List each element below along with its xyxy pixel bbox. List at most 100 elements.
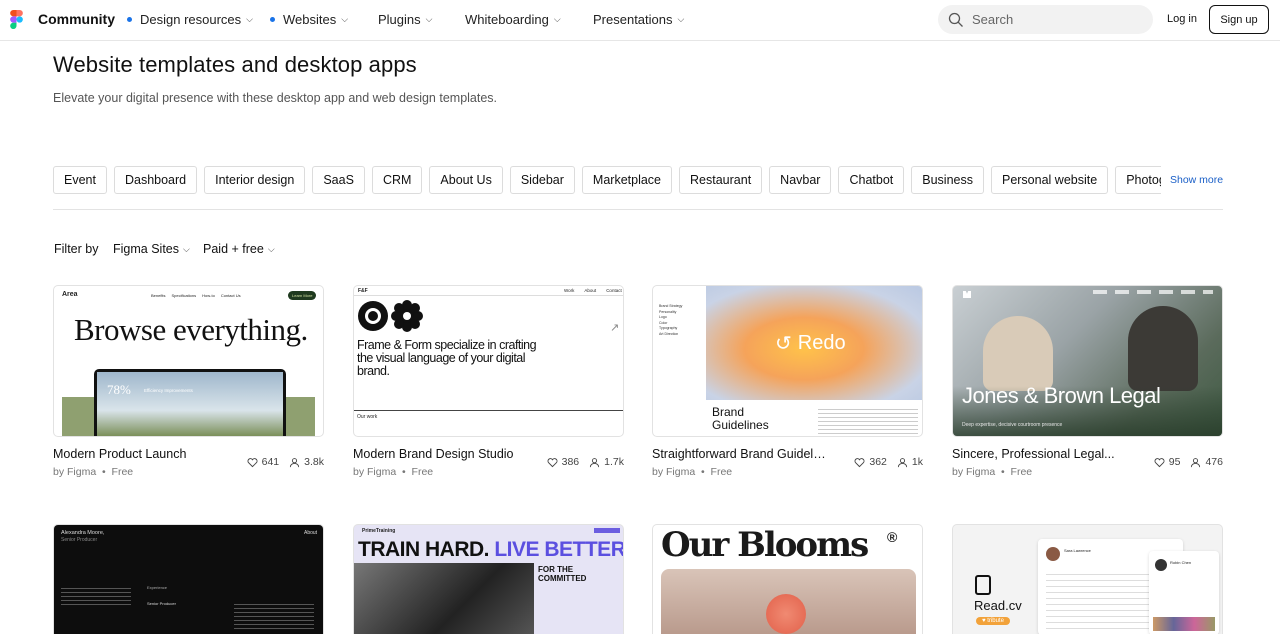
filter-platform-dropdown[interactable]: Figma Sites ⌵ <box>113 242 190 256</box>
thumb-body-text <box>1046 569 1166 629</box>
chip-sidebar[interactable]: Sidebar <box>509 166 575 194</box>
card-author[interactable]: by Figma <box>353 466 396 478</box>
brand-name[interactable]: Community <box>38 11 115 27</box>
template-card[interactable]: Area Benefits Specifications How-to Contact… <box>53 285 324 485</box>
card-meta: by Figma • Free <box>652 466 733 478</box>
chip-photography[interactable]: Photography <box>1115 166 1161 194</box>
users-count: 476 <box>1205 456 1223 468</box>
search-input[interactable] <box>972 12 1142 27</box>
chip-restaurant[interactable]: Restaurant <box>679 166 763 194</box>
divider <box>53 209 1223 210</box>
filter-platform-value: Figma Sites <box>113 242 179 256</box>
user-icon <box>897 457 907 467</box>
login-link[interactable]: Log in <box>1167 13 1197 25</box>
heart-icon <box>854 457 865 467</box>
card-title[interactable]: Sincere, Professional Legal... <box>952 447 1127 461</box>
users-count: 1.7k <box>604 456 624 468</box>
card-stats: 641 3.8k <box>247 456 324 468</box>
template-card[interactable]: Jones & Brown Legal Deep expertise, deci… <box>952 285 1223 485</box>
thumb-headline-b: LIVE BETTER <box>494 538 624 561</box>
user-icon <box>290 457 300 467</box>
filter-price-dropdown[interactable]: Paid + free ⌵ <box>203 242 275 256</box>
show-more-link[interactable]: Show more <box>1170 174 1223 186</box>
page-title: Website templates and desktop apps <box>53 52 417 77</box>
template-card[interactable]: Brand Strategy Personality Logo Color Typogr… <box>652 285 923 485</box>
thumb-brand: Redo <box>797 332 846 354</box>
thumb-nav: About <box>304 530 318 536</box>
card-author[interactable]: by Figma <box>952 466 995 478</box>
chip-interior-design[interactable]: Interior design <box>204 166 306 194</box>
template-thumbnail[interactable]: Area Benefits Specifications How-to Contact… <box>53 285 324 437</box>
card-price: Free <box>710 466 733 478</box>
thumb-nav: Work About Contact <box>564 288 622 293</box>
chip-crm[interactable]: CRM <box>371 166 423 194</box>
template-card[interactable]: PrimeTraining TRAIN HARD. LIVE BETTER FO… <box>353 524 624 634</box>
chip-about-us[interactable]: About Us <box>429 166 503 194</box>
chip-chatbot[interactable]: Chatbot <box>838 166 905 194</box>
thumb-nav-item: Benefits <box>151 293 166 298</box>
thumb-section: Experience <box>147 585 168 590</box>
chip-navbar[interactable]: Navbar <box>769 166 832 194</box>
thumb-name: Alexandra Moore, <box>61 530 105 536</box>
logo-mark-icon <box>963 291 971 298</box>
template-thumbnail[interactable]: F&F Work About Contact ↗ Frame & Form spec… <box>353 285 624 437</box>
template-card[interactable]: Our Blooms ® <box>652 524 923 634</box>
card-author[interactable]: by Figma <box>53 466 96 478</box>
chip-business[interactable]: Business <box>911 166 984 194</box>
chevron-down-icon: ⌵ <box>677 14 685 24</box>
chip-marketplace[interactable]: Marketplace <box>581 166 673 194</box>
nav-label: Presentations <box>593 12 673 27</box>
template-card[interactable]: Sara Lawrence Robin Chen Read.cv ♥ tribu… <box>952 524 1223 634</box>
thumb-logo: ↺ Redo <box>775 331 846 356</box>
template-thumbnail[interactable]: Jones & Brown Legal Deep expertise, deci… <box>952 285 1223 437</box>
thumb-badge: ♥ tribute <box>976 617 1010 625</box>
likes-count: 362 <box>869 456 887 468</box>
chip-personal-website[interactable]: Personal website <box>990 166 1109 194</box>
thumb-nav: Benefits Specifications How-to Contact Us <box>151 293 241 298</box>
template-card[interactable]: F&F Work About Contact ↗ Frame & Form spec… <box>353 285 624 485</box>
nav-websites[interactable]: Websites ⌵ <box>270 12 348 27</box>
chip-event[interactable]: Event <box>53 166 107 194</box>
template-thumbnail[interactable]: Brand Strategy Personality Logo Color Typogr… <box>652 285 923 437</box>
chip-dashboard[interactable]: Dashboard <box>113 166 198 194</box>
person-a <box>983 316 1053 391</box>
thumb-rule <box>354 410 623 411</box>
card-author[interactable]: by Figma <box>652 466 695 478</box>
template-card[interactable]: Alexandra Moore, Senior Producer About E… <box>53 524 324 634</box>
users-stat: 1.7k <box>589 456 624 468</box>
nav-plugins[interactable]: Plugins ⌵ <box>378 12 432 27</box>
template-thumbnail[interactable]: Our Blooms ® <box>652 524 923 634</box>
figma-logo-icon[interactable] <box>10 10 23 29</box>
card-title[interactable]: Straightforward Brand Guidelines <box>652 447 827 461</box>
heart-icon <box>247 457 258 467</box>
thumb-person-a: Sara Lawrence <box>1064 548 1091 553</box>
signup-button[interactable]: Sign up <box>1209 5 1269 34</box>
likes-stat[interactable]: 641 <box>247 456 279 468</box>
nav-whiteboarding[interactable]: Whiteboarding ⌵ <box>465 12 561 27</box>
likes-stat[interactable]: 362 <box>854 456 887 468</box>
template-thumbnail[interactable]: Sara Lawrence Robin Chen Read.cv ♥ tribu… <box>952 524 1223 634</box>
nav-label: Websites <box>283 12 337 27</box>
chevron-down-icon: ⌵ <box>425 14 433 24</box>
thumb-brand: F&F <box>358 288 368 294</box>
thumb-job: Senior Producer <box>147 601 176 606</box>
search-box[interactable] <box>938 5 1153 34</box>
likes-stat[interactable]: 95 <box>1154 456 1180 468</box>
likes-stat[interactable]: 386 <box>547 456 579 468</box>
template-thumbnail[interactable]: Alexandra Moore, Senior Producer About E… <box>53 524 324 634</box>
template-thumbnail[interactable]: PrimeTraining TRAIN HARD. LIVE BETTER FO… <box>353 524 624 634</box>
search-icon <box>948 12 963 27</box>
nav-presentations[interactable]: Presentations ⌵ <box>593 12 684 27</box>
heart-icon <box>1154 457 1165 467</box>
thumb-laptop: 78% Efficiency Improvements <box>94 369 286 436</box>
registered-mark-icon: ® <box>887 529 898 545</box>
thumb-badge-label: tribute <box>987 618 1004 624</box>
heart-icon <box>547 457 558 467</box>
card-title[interactable]: Modern Brand Design Studio <box>353 447 528 461</box>
thumb-headline: Our Blooms <box>661 525 869 565</box>
nav-design-resources[interactable]: Design resources ⌵ <box>127 12 253 27</box>
thumb-cta <box>594 528 620 533</box>
chip-saas[interactable]: SaaS <box>312 166 365 194</box>
card-title[interactable]: Modern Product Launch <box>53 447 228 461</box>
chevron-down-icon: ⌵ <box>246 14 253 24</box>
